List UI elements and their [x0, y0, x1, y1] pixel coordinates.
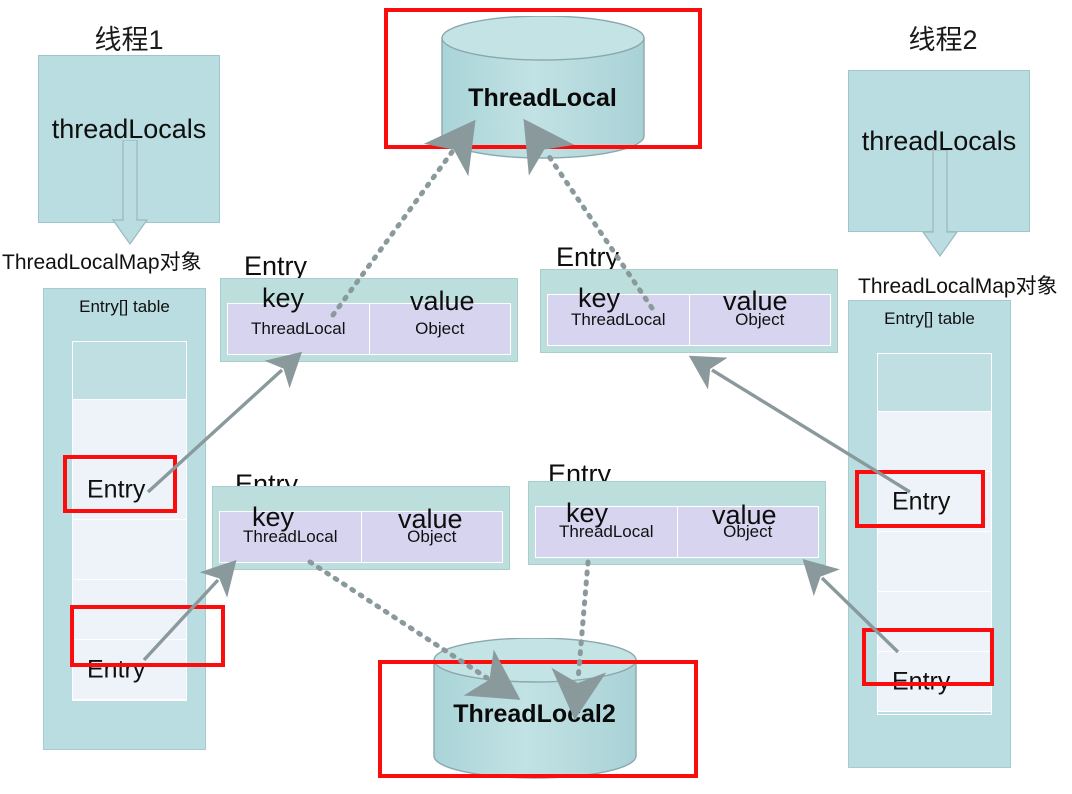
thread2-table-panel: Entry[] table Entry Entry — [848, 300, 1011, 768]
thread2-block-arrow-icon — [921, 150, 959, 258]
thread1-entry-2-highlight[interactable] — [70, 605, 225, 667]
threadlocal-cylinder-highlight[interactable] — [384, 8, 702, 149]
thread2-title: 线程2 — [908, 25, 978, 55]
table-row[interactable] — [878, 532, 991, 592]
entry-tr-key-title: key — [578, 283, 621, 313]
table-row[interactable] — [878, 412, 991, 472]
entry-tl-key-title: key — [262, 283, 305, 313]
entry-bl-key-title: key — [252, 502, 295, 532]
table-row[interactable] — [73, 400, 186, 460]
entry-tl-value-title: value — [410, 286, 475, 316]
thread1-table-panel: Entry[] table Entry Entry — [43, 288, 206, 750]
table-row[interactable] — [73, 342, 186, 400]
thread2-entry-1-highlight[interactable] — [855, 470, 985, 528]
entry-br-key-title: key — [566, 498, 609, 528]
threadlocal2-cylinder-highlight[interactable] — [378, 660, 698, 778]
thread1-table-title: Entry[] table — [79, 297, 170, 316]
table-row[interactable] — [878, 354, 991, 412]
entry-tr-title: Entry — [556, 242, 620, 272]
table-row[interactable] — [73, 520, 186, 580]
entry-br-value-title: value — [712, 500, 777, 530]
entry-tr-value-title: value — [723, 286, 788, 316]
threadlocal-diagram: 线程1 threadLocals ThreadLocalMap对象 Entry[… — [0, 0, 1072, 794]
thread2-table-title: Entry[] table — [884, 309, 975, 328]
entry-bl-value-title: value — [398, 504, 463, 534]
thread1-block-arrow-icon — [111, 140, 149, 246]
thread1-entry-1-highlight[interactable] — [63, 455, 177, 513]
thread1-title: 线程1 — [94, 25, 164, 55]
thread2-entry-2-highlight[interactable] — [862, 628, 994, 686]
entry-tl-title: Entry — [244, 251, 308, 281]
thread2-map-label: ThreadLocalMap对象 — [858, 275, 1058, 298]
thread1-map-label: ThreadLocalMap对象 — [2, 251, 202, 274]
